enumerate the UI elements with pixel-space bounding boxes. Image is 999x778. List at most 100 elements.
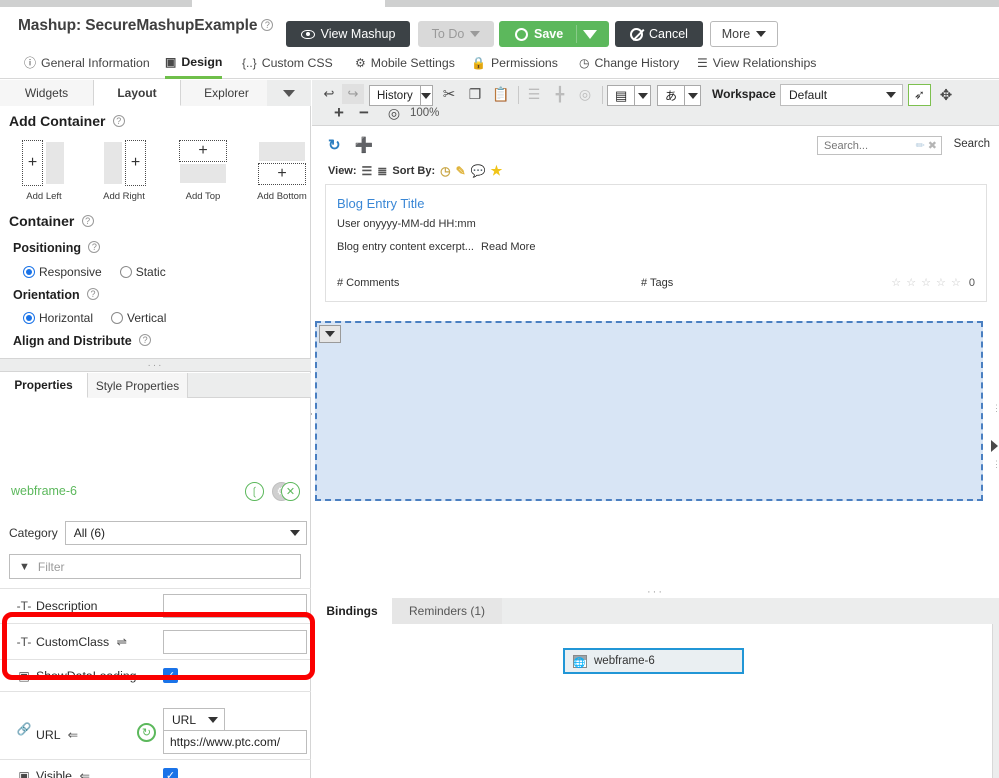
blog-widget[interactable]: ↻ ➕ Search... ✏ ✖ Search View: ☰ ≣ Sort … [320,130,990,306]
add-bottom-option[interactable]: + Add Bottom [247,138,317,202]
nav-tab-permissions[interactable]: 🔒 Permissions [471,49,558,79]
category-select[interactable]: All (6) [64,521,307,545]
read-more-link[interactable]: Read More [481,241,535,253]
question-circle-icon[interactable]: ? [112,115,125,127]
showdataloading-checkbox[interactable]: ✓ [163,668,178,683]
radio-horizontal[interactable]: Horizontal [23,311,93,325]
nav-tab-mobile-settings[interactable]: ⚙ Mobile Settings [355,49,455,79]
add-right-option[interactable]: + Add Right [89,138,159,202]
close-icon[interactable]: ✕ [281,482,300,501]
selected-container-region[interactable] [315,321,983,501]
tab-label: Style Properties [95,378,180,393]
undo-icon[interactable]: ↩ [318,84,340,104]
question-circle-icon[interactable]: ? [87,288,100,300]
view-mashup-button[interactable]: View Mashup [286,21,410,47]
nav-tab-design[interactable]: ▣ Design [165,49,223,79]
refresh-icon[interactable]: ↻ [328,136,341,154]
container-menu-button[interactable] [319,325,341,343]
pencil-icon[interactable]: ✎ [456,164,466,178]
blog-entry-rating[interactable]: ☆ ☆ ☆ ☆ ☆ 0 [891,276,976,289]
gutter-dots: ⋮ [992,459,999,469]
tab-label: Widgets [24,86,69,100]
move-icon[interactable]: ✥ [935,84,957,106]
detail-view-icon[interactable]: ≣ [377,164,387,178]
bindings-canvas[interactable]: webframe-6 [312,624,993,778]
minus-icon[interactable]: − [354,103,374,122]
align-rows-icon[interactable]: ☰ [523,84,545,104]
container-heading: Container ? [9,213,94,229]
nav-tab-custom-css[interactable]: {..} Custom CSS [242,49,333,79]
todo-button[interactable]: To Do [418,21,494,47]
align-distribute-heading: Align and Distribute ? [13,334,152,348]
tab-explorer[interactable]: Explorer [181,80,272,106]
language-icon: あ [665,89,678,103]
refresh-circle-icon[interactable]: ↻ [137,723,156,742]
save-button[interactable]: Save [499,21,609,47]
add-left-option[interactable]: + Add Left [9,138,79,202]
list-view-icon[interactable]: ☰ [362,164,373,178]
category-label: Category [9,526,58,540]
browser-chrome-strip [0,0,999,7]
prop-label: CustomClass [36,634,110,649]
left-panel: Widgets Layout Explorer Add Container ? … [0,80,311,778]
blog-entry-title[interactable]: Blog Entry Title [337,196,424,211]
comment-icon[interactable]: 💬 [471,164,486,178]
add-top-option[interactable]: + Add Top [168,138,238,202]
description-input[interactable] [163,594,307,618]
cursor-arrow-icon[interactable]: ➶ [908,84,931,106]
panel-splitter[interactable]: ··· [0,358,311,372]
redo-icon[interactable]: ↪ [342,84,364,104]
chevron-down-icon[interactable] [583,29,597,39]
radio-vertical[interactable]: Vertical [111,311,166,325]
plus-icon[interactable]: ➕ [355,136,374,154]
nav-tab-general-information[interactable]: ⓘ General Information [24,49,150,79]
question-circle-icon[interactable]: ? [88,241,101,253]
language-dropdown[interactable]: あ [657,85,701,106]
canvas-bindings-splitter[interactable]: ··· [312,586,999,598]
visible-checkbox[interactable]: ✓ [163,768,178,778]
pencil-icon[interactable]: ✏ [916,139,925,152]
binding-node-webframe[interactable]: webframe-6 [563,648,744,674]
question-circle-icon[interactable]: ? [81,215,94,227]
radio-responsive[interactable]: Responsive [23,265,102,279]
plus-icon[interactable]: + [329,103,349,122]
blog-search-input[interactable]: Search... ✏ ✖ [817,136,942,155]
copy-icon[interactable]: ❐ [464,84,486,104]
customclass-input[interactable] [163,629,307,654]
tab-reminders[interactable]: Reminders (1) [392,598,502,624]
question-circle-icon[interactable]: ? [261,19,274,31]
tab-layout[interactable]: Layout [93,80,181,106]
design-canvas[interactable]: ↻ ➕ Search... ✏ ✖ Search View: ☰ ≣ Sort … [312,126,999,586]
star-icon[interactable]: ★ [491,163,503,179]
tab-style-properties[interactable]: Style Properties [88,373,188,398]
nav-tab-change-history[interactable]: ◷ Change History [579,49,679,79]
radio-button [111,312,124,324]
workspace-select[interactable]: Default [780,84,903,106]
question-circle-icon[interactable]: ? [139,334,152,346]
clock-icon[interactable]: ◷ [440,164,450,178]
align-columns-icon[interactable]: ╋ [549,84,571,104]
left-panel-tabs: Widgets Layout Explorer [0,80,311,106]
more-button[interactable]: More [710,21,778,47]
expand-right-arrow-icon[interactable] [991,440,998,452]
cancel-button[interactable]: Cancel [615,21,703,47]
layout-dropdown[interactable]: ▤ [607,85,651,106]
target-icon[interactable]: ◎ [384,104,404,122]
paste-icon[interactable]: 📋 [490,84,512,104]
filter-input[interactable]: ▼ Filter [9,554,301,579]
left-panel-tabs-overflow[interactable] [267,80,311,106]
url-input[interactable]: https://www.ptc.com/ [163,730,307,754]
scissors-icon[interactable]: ✂ [438,84,460,104]
tab-properties[interactable]: Properties [0,373,88,398]
radio-static[interactable]: Static [119,265,166,279]
tab-bindings[interactable]: Bindings [312,598,392,624]
clear-circle-icon[interactable]: ✖ [928,139,937,152]
align-center-icon[interactable]: ◎ [574,84,596,104]
share-icon[interactable]: ❲ [245,482,264,501]
url-type-select[interactable]: URL [163,708,225,731]
nav-tab-view-relationships[interactable]: ☰ View Relationships [697,49,816,79]
blog-search-button[interactable]: Search [954,138,990,150]
history-dropdown[interactable]: History [369,85,433,106]
tab-widgets[interactable]: Widgets [0,80,93,106]
chevron-down-icon [470,31,481,37]
